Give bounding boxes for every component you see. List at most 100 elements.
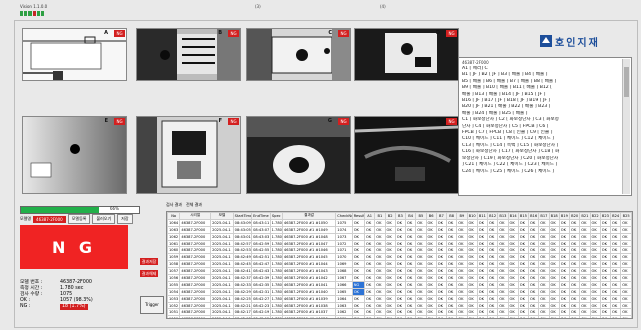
log-scrollbar[interactable] (622, 59, 630, 194)
column-header[interactable]: B14 (507, 212, 519, 220)
table-cell: 1.780 (269, 315, 283, 318)
table-row[interactable]: 105046387-2F0002025-04-108:42:1308:42:15… (167, 315, 632, 318)
results-table[interactable]: No시리얼모델StartTimeEndTimeSpec결과값CheckNumRe… (166, 211, 633, 319)
table-cell: 1053 (167, 294, 181, 303)
trigger-button[interactable]: Trigger (140, 296, 164, 314)
column-header[interactable]: B20 (569, 212, 581, 220)
table-cell: 2025-04-1 (210, 301, 234, 310)
table-cell: OK (405, 232, 417, 241)
table-cell: OK (558, 218, 571, 227)
load-button[interactable]: 불러오기 (92, 214, 116, 224)
table-row[interactable]: 1051 46387-2F000 2025-04-1 08:42:17 08:42:19… (167, 308, 632, 317)
camera-view-g[interactable]: G NG (246, 116, 351, 194)
table-cell: 1058 (167, 260, 181, 269)
table-row[interactable]: 1061 46387-2F000 2025-04-1 08:42:57 08:42:59… (167, 239, 632, 248)
column-header[interactable]: B16 (528, 212, 540, 220)
column-header[interactable]: B23 (599, 212, 612, 220)
column-header[interactable]: B19 (558, 212, 571, 220)
column-header[interactable]: B6 (425, 212, 437, 220)
column-header[interactable]: B10 (466, 212, 478, 220)
column-header[interactable]: A1 (364, 212, 376, 220)
column-header[interactable]: B25 (620, 212, 632, 220)
table-cell: OK (528, 294, 540, 303)
table-cell: OK (569, 315, 581, 318)
table-cell: OK (351, 239, 366, 248)
column-header[interactable]: 시리얼 (179, 212, 212, 220)
camera-view-h[interactable]: H NG (354, 116, 459, 194)
table-cell: OK (374, 301, 386, 310)
column-header[interactable]: B8 (446, 212, 458, 220)
column-header[interactable]: Spec (269, 212, 283, 220)
column-header[interactable]: 모델 (210, 212, 234, 220)
table-cell: 46387-2F000 #1 #1038 (281, 301, 337, 310)
camera-view-f[interactable]: F NG (136, 116, 241, 194)
column-header[interactable]: B3 (394, 212, 407, 220)
indicator (36, 11, 40, 16)
table-cell: OK (456, 287, 468, 296)
table-cell: 46387-2F000 #1 #1043 (281, 267, 337, 276)
camera-view-b[interactable]: B NG (136, 28, 241, 81)
column-header[interactable]: B4 (405, 212, 417, 220)
column-header[interactable]: EndTime (251, 212, 271, 220)
save-button[interactable]: 저장 (117, 214, 133, 224)
table-row[interactable]: 1056 46387-2F000 2025-04-1 08:42:37 08:42:39… (167, 274, 632, 282)
table-row[interactable]: 1062 46387-2F000 2025-04-1 08:43:01 08:43:03… (167, 232, 632, 241)
column-header[interactable]: 결과값 (281, 212, 337, 220)
table-cell: OK (435, 253, 448, 262)
model-value[interactable]: 46387-2F000 (33, 215, 66, 223)
tab-all-result[interactable]: 전체 결과 (186, 202, 202, 208)
table-row[interactable]: 1055 46387-2F000 2025-04-1 08:42:33 08:42:35… (167, 280, 632, 289)
table-cell: 46387-2F000 (179, 301, 212, 310)
table-cell: OK (394, 260, 407, 269)
register-model-button[interactable]: 모델등록 (67, 214, 91, 224)
column-header[interactable]: B15 (517, 212, 530, 220)
table-cell: 1057 (167, 267, 181, 276)
table-cell: OK (497, 260, 509, 269)
defect-log-panel[interactable]: 46387-2F000 A1 [ 에러] C B1 [ JF ] B2 [ JF … (458, 57, 632, 196)
column-header[interactable]: CheckNum (335, 212, 353, 220)
table-row[interactable]: 1064 46387-2F000 2025-04-1 08:43:09 08:43:11… (167, 218, 632, 227)
column-header[interactable]: B18 (548, 212, 560, 220)
tab-inspection-result[interactable]: 검사 결과 (166, 202, 182, 208)
column-header[interactable]: B11 (476, 212, 489, 220)
table-row[interactable]: 1063 46387-2F000 2025-04-1 08:43:05 08:43:07… (167, 225, 632, 234)
table-row[interactable]: 1054 46387-2F000 2025-04-1 08:42:29 08:42:31… (167, 287, 632, 296)
column-header[interactable]: B13 (497, 212, 509, 220)
table-cell: OK (456, 280, 468, 289)
table-cell: 1069 (335, 260, 353, 269)
table-row[interactable]: 1059 46387-2F000 2025-04-1 08:42:49 08:42:51… (167, 253, 632, 262)
table-cell: OK (456, 260, 468, 269)
table-cell: OK (394, 315, 407, 318)
column-header[interactable]: B7 (435, 212, 448, 220)
column-header[interactable]: B1 (374, 212, 386, 220)
scroll-thumb[interactable] (624, 67, 629, 97)
table-cell: 2025-04-1 (210, 260, 234, 269)
table-row[interactable]: 1053 46387-2F000 2025-04-1 08:42:25 08:42:27… (167, 294, 632, 303)
table-row[interactable]: 1060 46387-2F000 2025-04-1 08:42:53 08:42:55… (167, 246, 632, 255)
table-row[interactable]: 1057 46387-2F000 2025-04-1 08:42:41 08:42:43… (167, 267, 632, 276)
table-cell: OK (394, 274, 407, 282)
column-header[interactable]: B12 (487, 212, 499, 220)
camera-view-a[interactable]: A NG (22, 28, 127, 81)
clear-result-button[interactable]: 결과해제 (140, 270, 158, 277)
column-header[interactable]: Result (351, 212, 366, 220)
table-cell: 46387-2F000 #1 #1042 (281, 274, 337, 282)
column-header[interactable]: B24 (610, 212, 622, 220)
column-header[interactable]: B21 (579, 212, 591, 220)
column-header[interactable]: B2 (384, 212, 396, 220)
table-row[interactable]: 1058 46387-2F000 2025-04-1 08:42:45 08:42:47… (167, 260, 632, 269)
save-result-button[interactable]: 결과저장 (140, 258, 158, 265)
table-cell: 1075 (335, 218, 353, 227)
camera-view-c[interactable]: C NG (246, 28, 351, 81)
camera-view-d[interactable]: D NG (354, 28, 459, 81)
column-header[interactable]: B22 (589, 212, 601, 220)
table-cell: OK (446, 246, 458, 255)
camera-view-e[interactable]: E NG (22, 116, 127, 194)
column-header[interactable]: B9 (456, 212, 468, 220)
column-header[interactable]: B17 (538, 212, 550, 220)
column-header[interactable]: B5 (415, 212, 427, 220)
column-header[interactable]: StartTime (232, 212, 253, 220)
column-header[interactable]: No (167, 212, 181, 220)
table-cell: OK (476, 218, 489, 227)
table-row[interactable]: 1052 46387-2F000 2025-04-1 08:42:21 08:42:23… (167, 301, 632, 310)
